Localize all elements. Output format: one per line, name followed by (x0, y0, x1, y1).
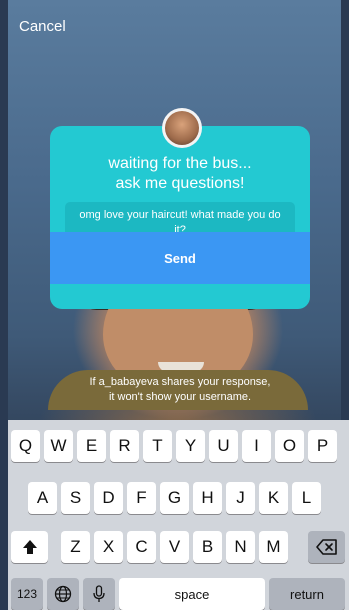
key-f[interactable]: F (127, 482, 156, 514)
keyboard: Q W E R T Y U I O P A S D F G H J K L Z … (8, 420, 349, 610)
avatar-image (165, 111, 199, 145)
disclaimer-line1: If a_babayeva shares your response, (89, 376, 271, 388)
keyboard-row-3: Z X C V B N M (8, 531, 349, 563)
key-c[interactable]: C (127, 531, 156, 563)
key-y[interactable]: Y (176, 430, 205, 462)
shift-key[interactable] (11, 531, 48, 563)
key-h[interactable]: H (193, 482, 222, 514)
keyboard-row-1: Q W E R T Y U I O P (8, 430, 349, 462)
key-m[interactable]: M (259, 531, 288, 563)
backspace-key[interactable] (308, 531, 345, 563)
globe-icon (54, 585, 72, 603)
backspace-icon (315, 539, 337, 555)
key-t[interactable]: T (143, 430, 172, 462)
key-b[interactable]: B (193, 531, 222, 563)
avatar (162, 108, 202, 148)
dictation-key[interactable] (83, 578, 115, 610)
key-w[interactable]: W (44, 430, 73, 462)
cancel-button[interactable]: Cancel (19, 18, 66, 35)
key-e[interactable]: E (77, 430, 106, 462)
key-d[interactable]: D (94, 482, 123, 514)
key-j[interactable]: J (226, 482, 255, 514)
key-v[interactable]: V (160, 531, 189, 563)
sticker-question: waiting for the bus... ask me questions! (50, 154, 310, 194)
send-button[interactable]: Send (50, 232, 310, 284)
key-s[interactable]: S (61, 482, 90, 514)
key-r[interactable]: R (110, 430, 139, 462)
privacy-disclaimer: If a_babayeva shares your response, it w… (55, 375, 305, 405)
microphone-icon (93, 585, 105, 602)
key-o[interactable]: O (275, 430, 304, 462)
numbers-key[interactable]: 123 (11, 578, 43, 610)
question-sticker-card: waiting for the bus... ask me questions!… (50, 126, 310, 309)
sticker-question-line2: ask me questions! (115, 175, 245, 192)
key-p[interactable]: P (308, 430, 337, 462)
key-z[interactable]: Z (61, 531, 90, 563)
key-x[interactable]: X (94, 531, 123, 563)
key-n[interactable]: N (226, 531, 255, 563)
key-k[interactable]: K (259, 482, 288, 514)
shift-icon (22, 540, 37, 554)
key-q[interactable]: Q (11, 430, 40, 462)
key-i[interactable]: I (242, 430, 271, 462)
return-key[interactable]: return (269, 578, 345, 610)
keyboard-row-2: A S D F G H J K L (8, 482, 349, 514)
key-g[interactable]: G (160, 482, 189, 514)
disclaimer-line2: it won't show your username. (108, 391, 252, 403)
globe-key[interactable] (47, 578, 79, 610)
space-key[interactable]: space (119, 578, 265, 610)
sticker-question-line1: waiting for the bus... (108, 155, 252, 172)
key-u[interactable]: U (209, 430, 238, 462)
key-l[interactable]: L (292, 482, 321, 514)
keyboard-row-4: 123 space return (8, 578, 349, 610)
key-a[interactable]: A (28, 482, 57, 514)
